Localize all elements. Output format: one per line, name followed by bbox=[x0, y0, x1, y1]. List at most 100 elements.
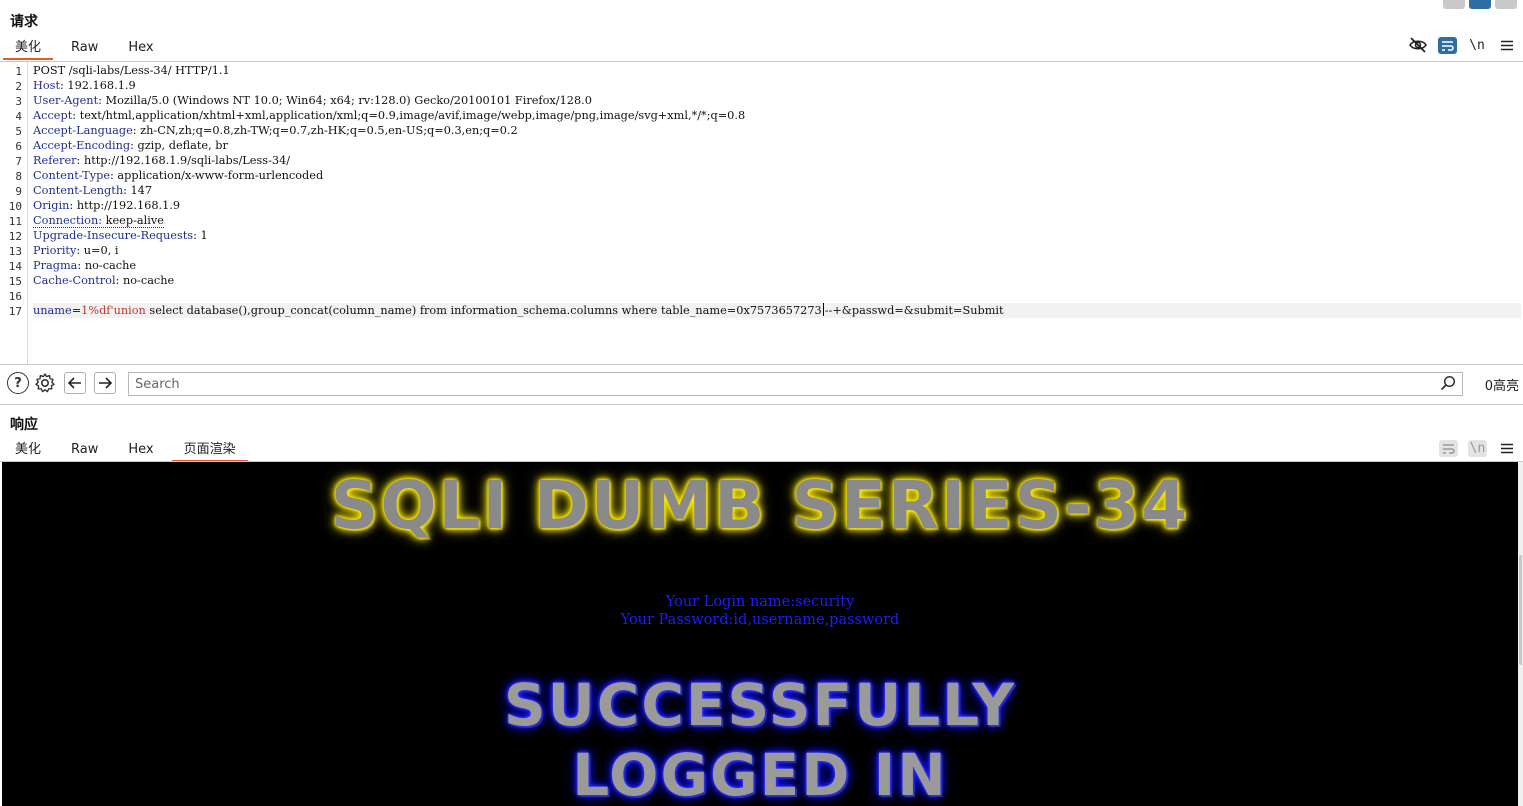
search-bar: ? 0高亮 bbox=[0, 365, 1523, 403]
line-number: 16 bbox=[8, 290, 22, 303]
header-line: Accept: text/html,application/xhtml+xml,… bbox=[33, 109, 746, 122]
settings-icon[interactable] bbox=[34, 372, 56, 394]
header-name: Accept bbox=[33, 109, 73, 122]
wrap-lines-icon[interactable] bbox=[1438, 36, 1457, 54]
line-number: 13 bbox=[8, 245, 22, 258]
header-value: keep-alive bbox=[105, 214, 164, 227]
back-arrow-icon[interactable] bbox=[64, 372, 86, 394]
request-line: POST /sqli-labs/Less-34/ HTTP/1.1 bbox=[33, 64, 230, 77]
header-name-text: Connection bbox=[33, 214, 99, 227]
header-line: Accept-Language: zh-CN,zh;q=0.8,zh-TW;q=… bbox=[33, 124, 518, 137]
newline-toggle-icon[interactable]: \n bbox=[1467, 35, 1487, 55]
help-icon[interactable]: ? bbox=[7, 372, 29, 394]
line-number: 7 bbox=[15, 155, 22, 168]
header-line: Content-Type: application/x-www-form-url… bbox=[33, 169, 324, 182]
response-tab-render[interactable]: 页面渲染 bbox=[169, 440, 251, 462]
wrap-lines-icon bbox=[1439, 439, 1458, 457]
header-value: zh-CN,zh;q=0.8,zh-TW;q=0.7,zh-HK;q=0.5,e… bbox=[140, 124, 518, 137]
header-line: Upgrade-Insecure-Requests: 1 bbox=[33, 229, 208, 242]
header-line: Accept-Encoding: gzip, deflate, br bbox=[33, 139, 228, 152]
header-name: Cache-Control bbox=[33, 274, 116, 287]
header-value: gzip, deflate, br bbox=[137, 139, 228, 152]
response-tab-hex[interactable]: Hex bbox=[113, 440, 168, 462]
highlight-count: 0高亮 bbox=[1484, 379, 1519, 394]
line-number: 17 bbox=[8, 305, 22, 318]
header-line: Connection: keep-alive bbox=[33, 213, 164, 228]
request-editor[interactable]: 1 2 3 4 5 6 7 8 9 10 11 12 13 14 15 16 1… bbox=[0, 62, 1523, 364]
header-name: Content-Length bbox=[33, 184, 124, 197]
menu-icon[interactable] bbox=[1497, 438, 1517, 458]
search-icon[interactable] bbox=[1440, 375, 1456, 391]
request-toolbar: \n bbox=[1408, 35, 1517, 55]
request-panel-header: 请求 美化 Raw Hex \n bbox=[0, 0, 1523, 62]
header-line: Origin: http://192.168.1.9 bbox=[33, 199, 181, 212]
header-value: Mozilla/5.0 (Windows NT 10.0; Win64; x64… bbox=[105, 94, 592, 107]
header-value: no-cache bbox=[122, 274, 175, 287]
sqli-banner-title: SQLI DUMB SERIES-34 bbox=[330, 467, 1190, 544]
layout-split-vertical-icon[interactable] bbox=[1469, 0, 1491, 9]
header-name: Priority bbox=[33, 244, 77, 257]
header-name: Host bbox=[33, 79, 60, 92]
header-value: 1 bbox=[200, 229, 208, 242]
header-line: User-Agent: Mozilla/5.0 (Windows NT 10.0… bbox=[33, 94, 592, 107]
request-body-line[interactable]: uname=1%df'union select database(),group… bbox=[33, 303, 1521, 318]
request-tabs: 美化 Raw Hex bbox=[0, 38, 169, 60]
body-param-value: select database(),group_concat(column_na… bbox=[145, 304, 822, 317]
header-name: Pragma bbox=[33, 259, 78, 272]
header-value: 192.168.1.9 bbox=[67, 79, 136, 92]
request-tab-hex[interactable]: Hex bbox=[113, 38, 168, 60]
response-tabs: 美化 Raw Hex 页面渲染 bbox=[0, 440, 251, 462]
newline-toggle-icon: \n bbox=[1468, 439, 1487, 457]
line-number: 15 bbox=[8, 275, 22, 288]
line-number: 1 bbox=[15, 65, 22, 78]
line-number: 4 bbox=[15, 110, 22, 123]
header-name: Connection: keep-alive bbox=[33, 214, 164, 228]
line-number: 3 bbox=[15, 95, 22, 108]
header-value: application/x-www-form-urlencoded bbox=[117, 169, 324, 182]
text-caret bbox=[822, 303, 824, 316]
eye-slash-icon[interactable] bbox=[1408, 35, 1428, 55]
header-value: 147 bbox=[130, 184, 153, 197]
body-param-name: uname bbox=[33, 304, 72, 317]
password-text: Your Password:id,username,password bbox=[620, 612, 900, 628]
layout-toggle[interactable] bbox=[1443, 0, 1517, 9]
line-number: 2 bbox=[15, 80, 22, 93]
request-title: 请求 bbox=[10, 14, 38, 30]
line-number: 12 bbox=[8, 230, 22, 243]
header-name: Referer bbox=[33, 154, 77, 167]
line-number: 6 bbox=[15, 140, 22, 153]
header-value: no-cache bbox=[84, 259, 137, 272]
header-value: text/html,application/xhtml+xml,applicat… bbox=[79, 109, 746, 122]
rendered-page: SQLI DUMB SERIES-34 Your Login name:secu… bbox=[2, 462, 1518, 806]
divider bbox=[0, 404, 1523, 405]
line-number: 8 bbox=[15, 170, 22, 183]
header-line: Cache-Control: no-cache bbox=[33, 274, 175, 287]
search-input[interactable] bbox=[128, 372, 1463, 396]
header-line: Priority: u=0, i bbox=[33, 244, 119, 257]
menu-icon[interactable] bbox=[1497, 35, 1517, 55]
layout-split-horizontal-icon[interactable] bbox=[1443, 0, 1465, 9]
forward-arrow-icon[interactable] bbox=[94, 372, 116, 394]
line-number: 5 bbox=[15, 125, 22, 138]
response-tab-pretty[interactable]: 美化 bbox=[0, 440, 56, 462]
request-tab-raw[interactable]: Raw bbox=[56, 38, 113, 60]
response-tab-raw[interactable]: Raw bbox=[56, 440, 113, 462]
header-name: Upgrade-Insecure-Requests bbox=[33, 229, 194, 242]
header-value: http://192.168.1.9/sqli-labs/Less-34/ bbox=[83, 154, 291, 167]
success-banner-line1: SUCCESSFULLY bbox=[503, 671, 1017, 739]
header-name: Content-Type bbox=[33, 169, 111, 182]
line-number: 14 bbox=[8, 260, 22, 273]
line-number-gutter: 1 2 3 4 5 6 7 8 9 10 11 12 13 14 15 16 1… bbox=[0, 62, 28, 364]
line-number: 11 bbox=[8, 215, 22, 228]
header-name: Accept-Encoding bbox=[33, 139, 131, 152]
header-value: u=0, i bbox=[83, 244, 119, 257]
line-number: 9 bbox=[15, 185, 22, 198]
response-toolbar: \n bbox=[1439, 438, 1517, 458]
login-name-text: Your Login name:security bbox=[665, 594, 855, 610]
layout-tabs-icon[interactable] bbox=[1495, 0, 1517, 9]
header-line: Host: 192.168.1.9 bbox=[33, 79, 136, 92]
render-scrollbar-thumb[interactable] bbox=[1519, 555, 1522, 665]
request-tab-pretty[interactable]: 美化 bbox=[0, 38, 56, 60]
response-title: 响应 bbox=[10, 417, 38, 433]
header-line: Referer: http://192.168.1.9/sqli-labs/Le… bbox=[33, 154, 291, 167]
